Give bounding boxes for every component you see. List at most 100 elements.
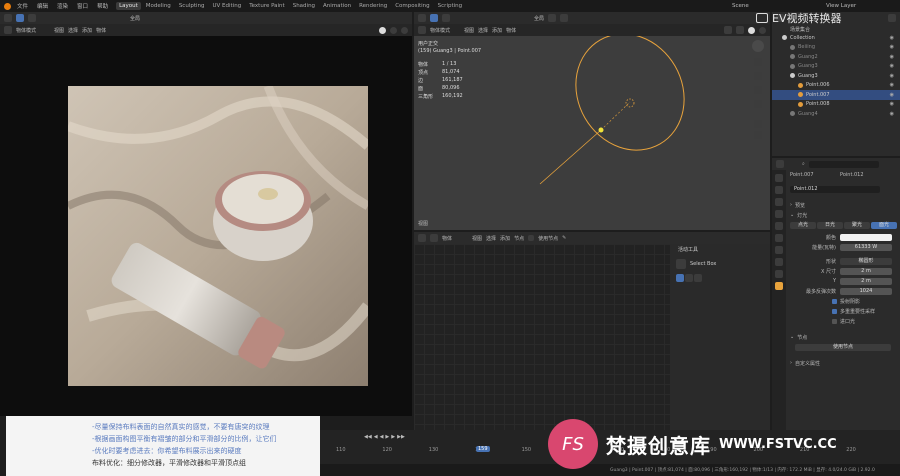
shape-dropdown[interactable]: 椭圆形 [840, 257, 892, 265]
menu-select[interactable]: 选择 [68, 27, 78, 34]
outliner-item[interactable]: Guang4 ◉ [772, 109, 900, 119]
area-light-gizmo[interactable] [414, 36, 770, 230]
shading-material-icon[interactable] [759, 26, 766, 34]
prev-keyframe-button[interactable]: ◀ [374, 434, 378, 440]
shading-solid-icon[interactable] [748, 26, 755, 34]
play-reverse-button[interactable]: ◀ [380, 434, 384, 440]
portal-row[interactable]: 进口光 [786, 316, 900, 326]
outliner-item[interactable]: Beiiing ◉ [772, 43, 900, 53]
menu-view[interactable]: 视图 [54, 27, 64, 34]
tab-modeling[interactable]: Modeling [143, 2, 174, 10]
menu-view[interactable]: 视图 [464, 27, 474, 34]
visibility-icon[interactable]: ◉ [890, 111, 894, 117]
navigation-gizmo[interactable] [750, 40, 766, 110]
checkbox-icon[interactable] [832, 308, 837, 314]
light-type-spot[interactable]: 聚光 [844, 221, 870, 229]
output-tab-icon[interactable] [775, 198, 783, 206]
cast-shadow-row[interactable]: 投射阴影 [786, 296, 900, 306]
preview-section[interactable]: › 预览 [786, 200, 900, 210]
bounces-field[interactable]: 1024 [840, 287, 892, 295]
pin-icon[interactable]: ✎ [562, 235, 566, 241]
blender-logo-icon[interactable] [4, 2, 11, 10]
search-input[interactable] [808, 160, 879, 168]
mode-dropdown[interactable]: 物体模式 [430, 27, 450, 34]
pan-icon[interactable] [754, 72, 762, 80]
menu-edit[interactable]: 编辑 [37, 2, 48, 10]
menu-window[interactable]: 窗口 [77, 2, 88, 10]
viewport-3d[interactable]: 用户正交 (159) Guang3 | Point.007 物体 1 / 13 顶… [414, 36, 770, 230]
proportional-edit-icon[interactable] [560, 14, 569, 22]
data-tab-icon[interactable] [775, 282, 783, 290]
transform-icon[interactable] [442, 14, 450, 22]
use-nodes-checkbox[interactable] [528, 235, 535, 241]
object-dropdown[interactable]: 物体 [442, 235, 452, 242]
checkbox-icon[interactable] [832, 298, 837, 304]
view-layer-name[interactable]: View Layer [826, 3, 856, 9]
power-field[interactable]: 61333 W [840, 243, 892, 251]
nodes-section[interactable]: ⌄ 节点 [786, 332, 900, 342]
tool-icon[interactable] [754, 120, 762, 128]
select-mode-icon[interactable] [430, 14, 438, 22]
menu-select[interactable]: 选择 [478, 27, 488, 34]
constraints-tab-icon[interactable] [775, 270, 783, 278]
jump-end-button[interactable]: ▶▶ [397, 434, 405, 440]
world-tab-icon[interactable] [775, 234, 783, 242]
physics-tab-icon[interactable] [775, 258, 783, 266]
mode-extend-icon[interactable] [685, 274, 693, 282]
light-type-area[interactable]: 面光 [871, 221, 897, 229]
light-type-sun[interactable]: 日光 [817, 221, 843, 229]
next-keyframe-button[interactable]: ▶ [391, 434, 395, 440]
jump-start-button[interactable]: ◀◀ [364, 434, 372, 440]
outliner-item[interactable]: Point.008 ◉ [772, 100, 900, 110]
mode-subtract-icon[interactable] [694, 274, 702, 282]
menu-view[interactable]: 视图 [472, 235, 482, 242]
visibility-icon[interactable]: ◉ [890, 92, 894, 98]
outliner-item[interactable]: Guang2 ◉ [772, 52, 900, 62]
visibility-icon[interactable]: ◉ [890, 54, 894, 60]
view-toggle[interactable]: 视图 [418, 220, 428, 227]
xray-icon[interactable] [736, 26, 744, 34]
overlay-icon[interactable] [724, 26, 732, 34]
menu-object[interactable]: 物体 [506, 27, 516, 34]
global-dropdown[interactable]: 全局 [534, 15, 544, 22]
zoom-icon[interactable] [754, 58, 762, 66]
shading-solid-icon[interactable] [379, 26, 386, 34]
mode-new-icon[interactable] [676, 274, 684, 282]
custom-props-section[interactable]: › 自定义属性 [786, 358, 900, 368]
shading-material-icon[interactable] [390, 26, 397, 34]
visibility-icon[interactable]: ◉ [890, 101, 894, 107]
tab-shading[interactable]: Shading [290, 2, 318, 10]
checkbox-icon[interactable] [832, 318, 837, 324]
editor-type-icon[interactable] [776, 160, 784, 168]
tool-tab-icon[interactable] [775, 174, 783, 182]
snap-icon[interactable] [548, 14, 557, 22]
node-canvas[interactable] [414, 244, 670, 430]
select-box-icon[interactable] [676, 259, 686, 269]
outliner-item[interactable]: Point.006 ◉ [772, 81, 900, 91]
data-name[interactable]: Point.012 [840, 172, 864, 178]
mis-row[interactable]: 多重重要性采样 [786, 306, 900, 316]
size-x-field[interactable]: 2 m [840, 267, 892, 275]
select-box-label[interactable]: Select Box [690, 261, 716, 267]
render-tab-icon[interactable] [775, 186, 783, 194]
size-y-field[interactable]: 2 m [840, 277, 892, 285]
use-nodes-button[interactable]: 使用节点 [795, 343, 891, 351]
tab-compositing[interactable]: Compositing [392, 2, 432, 10]
light-section[interactable]: ⌄ 灯光 [786, 210, 900, 220]
light-type-point[interactable]: 点光 [790, 221, 816, 229]
outliner-item[interactable]: Collection ◉ [772, 33, 900, 43]
editor-type-icon[interactable] [4, 26, 12, 34]
menu-add[interactable]: 添加 [500, 235, 510, 242]
object-tab-icon[interactable] [775, 246, 783, 254]
search-icon[interactable]: ⌕ [802, 161, 805, 167]
menu-render[interactable]: 渲染 [57, 2, 68, 10]
shading-rendered-icon[interactable] [401, 26, 408, 34]
menu-add[interactable]: 添加 [492, 27, 502, 34]
scene-name[interactable]: Scene [732, 3, 749, 9]
outliner-root[interactable]: 场景集合 [790, 26, 810, 33]
tab-rendering[interactable]: Rendering [356, 2, 390, 10]
visibility-icon[interactable]: ◉ [890, 44, 894, 50]
mode-dropdown[interactable]: 物体模式 [16, 27, 36, 34]
visibility-icon[interactable]: ◉ [890, 82, 894, 88]
menu-file[interactable]: 文件 [17, 2, 28, 10]
